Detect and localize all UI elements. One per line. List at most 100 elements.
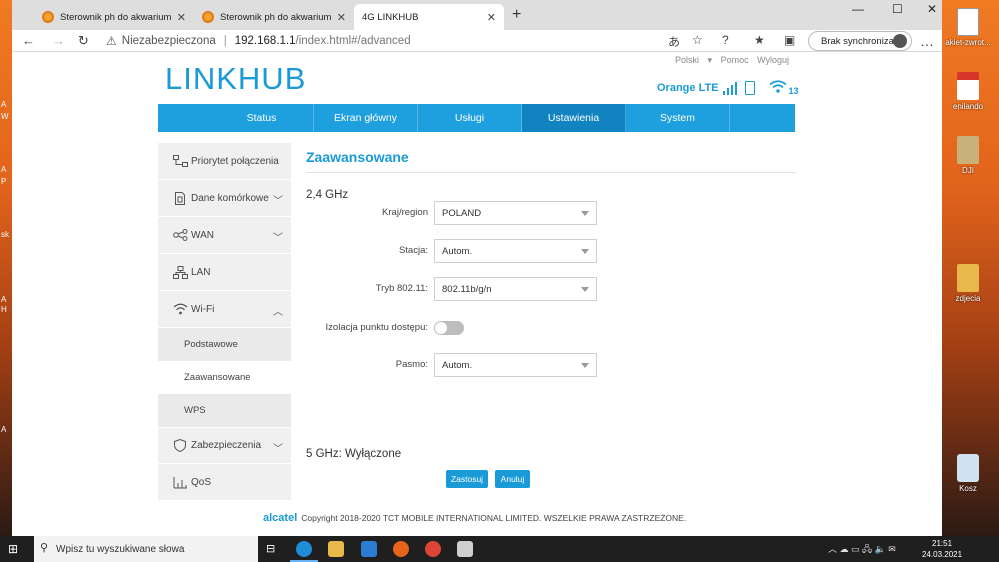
signal-strength-icon: [722, 81, 739, 95]
channel-label: Stacja:: [398, 245, 428, 256]
cancel-button[interactable]: Anuluj: [495, 470, 530, 488]
main-navigation: Status Ekran główny Usługi Ustawienia Sy…: [158, 104, 795, 132]
browser-menu-icon[interactable]: …: [920, 33, 934, 49]
alcatel-logo: alcatel: [263, 512, 298, 524]
nav-home[interactable]: Ekran główny: [314, 104, 418, 132]
file-explorer-icon[interactable]: [328, 541, 344, 557]
profile-sync-button[interactable]: Brak synchronizacji: [808, 31, 912, 51]
band-24-heading: 2,4 GHz: [306, 189, 349, 201]
refresh-icon[interactable]: ↻: [78, 33, 89, 49]
security-label[interactable]: Niezabezpieczona: [122, 35, 216, 47]
address-bar[interactable]: ⚠ Niezabezpieczona | 192.168.1.1/index.h…: [100, 31, 700, 51]
chevron-down-icon: ﹀: [273, 196, 283, 207]
desktop-fragment: W: [1, 112, 9, 121]
store-icon[interactable]: [457, 541, 473, 557]
nav-services[interactable]: Usługi: [418, 104, 522, 132]
bandwidth-select[interactable]: Autom.: [434, 353, 597, 377]
bandwidth-label: Pasmo:: [395, 359, 428, 370]
tab-title: 4G LINKHUB: [362, 11, 419, 23]
read-aloud-icon[interactable]: あ: [668, 33, 680, 50]
desktop-fragment: A: [1, 100, 7, 109]
warning-icon[interactable]: ⚠: [106, 34, 117, 48]
mode-value: 802.11b/g/n: [442, 284, 492, 295]
browser-tab[interactable]: Sterownik ph do akwarium – Stro ✕: [34, 4, 194, 30]
desktop-icon-pdf[interactable]: enilando: [945, 72, 991, 111]
browser-tab-active[interactable]: 4G LINKHUB ✕: [354, 4, 504, 68]
folder-icon: [957, 136, 979, 164]
close-tab-icon[interactable]: ✕: [337, 11, 346, 24]
nav-system[interactable]: System: [626, 104, 730, 132]
sidebar-item-security[interactable]: Zabezpieczenia ﹀: [158, 427, 291, 464]
new-tab-button[interactable]: +: [512, 6, 521, 24]
taskbar-search[interactable]: ⚲ Wpisz tu wyszukiwane słowa: [34, 536, 258, 562]
language-label: Polski: [675, 55, 700, 65]
lan-network-icon: [172, 265, 188, 279]
desktop-fragment: sk: [1, 230, 9, 239]
desktop-icon-document[interactable]: akiet-zwrot...: [945, 8, 991, 47]
sidebar-item-wifi[interactable]: Wi-Fi ︿: [158, 291, 291, 328]
chrome-icon[interactable]: [425, 541, 441, 557]
desktop-icon-recycle-bin[interactable]: Kosz: [945, 454, 991, 493]
isolation-label: Izolacja punktu dostępu:: [325, 322, 428, 333]
copyright-text: Copyright 2018-2020 TCT MOBILE INTERNATI…: [301, 513, 687, 523]
logout-link[interactable]: Wyloguj: [757, 55, 789, 65]
extension-icon[interactable]: ?: [722, 33, 729, 47]
isolation-toggle[interactable]: [434, 321, 464, 335]
language-selector[interactable]: Polski ▾: [675, 55, 712, 65]
mode-select[interactable]: 802.11b/g/n: [434, 277, 597, 301]
desktop-icon-label: DJI: [962, 166, 974, 175]
back-arrow-icon[interactable]: ←: [22, 33, 35, 48]
sidebar-item-label: WAN: [191, 229, 214, 241]
system-tray[interactable]: ︿ ☁ ▭ 🖧 🔈 ✉: [828, 542, 896, 558]
desktop-icon-label: akiet-zwrot...: [945, 38, 991, 47]
close-window-button[interactable]: ✕: [927, 2, 937, 16]
channel-select[interactable]: Autom.: [434, 239, 597, 263]
close-tab-icon[interactable]: ✕: [177, 11, 186, 24]
nav-settings[interactable]: Ustawienia: [522, 104, 626, 132]
advanced-settings-panel: Zaawansowane 2,4 GHz Kraj/region POLAND …: [306, 143, 796, 488]
mail-icon[interactable]: [361, 541, 377, 557]
nav-status[interactable]: Status: [210, 104, 314, 132]
clock-time: 21:51: [932, 539, 953, 548]
clock-date: 24.03.2021: [922, 550, 963, 559]
firefox-icon[interactable]: [393, 541, 409, 557]
desktop-icon-dji[interactable]: DJI: [945, 136, 991, 175]
browser-tab[interactable]: Sterownik ph do akwarium – Stro ✕: [194, 4, 354, 30]
sidebar-item-priority[interactable]: Priorytet połączenia: [158, 143, 291, 180]
sidebar-subitem-advanced[interactable]: Zaawansowane: [158, 361, 291, 394]
desktop-fragment: A: [1, 295, 7, 304]
collections-icon[interactable]: ▣: [784, 33, 795, 47]
sidebar-item-wan[interactable]: WAN ﹀: [158, 217, 291, 254]
url-path: /index.html#/advanced: [295, 35, 411, 47]
channel-row: Stacja: Autom.: [306, 239, 796, 263]
help-link[interactable]: Pomoc: [721, 55, 749, 65]
sim-card-icon: [172, 191, 188, 205]
sidebar-subitem-basic[interactable]: Podstawowe: [158, 328, 291, 361]
sync-label: Brak synchronizacji: [821, 35, 903, 47]
minimize-button[interactable]: —: [852, 2, 864, 16]
taskbar-clock[interactable]: 21:51 24.03.2021: [922, 538, 962, 560]
favorites-icon[interactable]: ★: [754, 33, 765, 47]
country-select[interactable]: POLAND: [434, 201, 597, 225]
page-title: Zaawansowane: [306, 143, 796, 173]
task-view-icon[interactable]: ⊟: [266, 542, 282, 558]
sidebar-item-qos[interactable]: QoS: [158, 464, 291, 501]
desktop-icon-zdjecia[interactable]: zdjecia: [945, 264, 991, 303]
forward-arrow-icon[interactable]: →: [52, 33, 65, 48]
linkhub-logo: LINKHUB: [165, 61, 306, 97]
sidebar-subitem-wps[interactable]: WPS: [158, 394, 291, 427]
close-tab-icon[interactable]: ✕: [487, 11, 496, 24]
favorite-star-icon[interactable]: ☆: [692, 33, 703, 47]
country-value: POLAND: [442, 208, 482, 219]
connection-status: Orange LTE 13: [657, 80, 799, 96]
sidebar-item-label: Zabezpieczenia: [191, 440, 262, 451]
router-page: LINKHUB Polski ▾ Pomoc Wyloguj Orange LT…: [12, 53, 942, 536]
windows-start-icon[interactable]: ⊞: [8, 542, 18, 556]
apply-button[interactable]: Zastosuj: [446, 470, 488, 488]
orange-circle-icon: [42, 11, 54, 23]
sim-card-icon: [744, 81, 755, 95]
sidebar-item-lan[interactable]: LAN: [158, 254, 291, 291]
maximize-button[interactable]: ☐: [892, 2, 903, 16]
sidebar-item-mobile-data[interactable]: Dane komórkowe ﹀: [158, 180, 291, 217]
edge-browser-icon[interactable]: [290, 541, 318, 562]
